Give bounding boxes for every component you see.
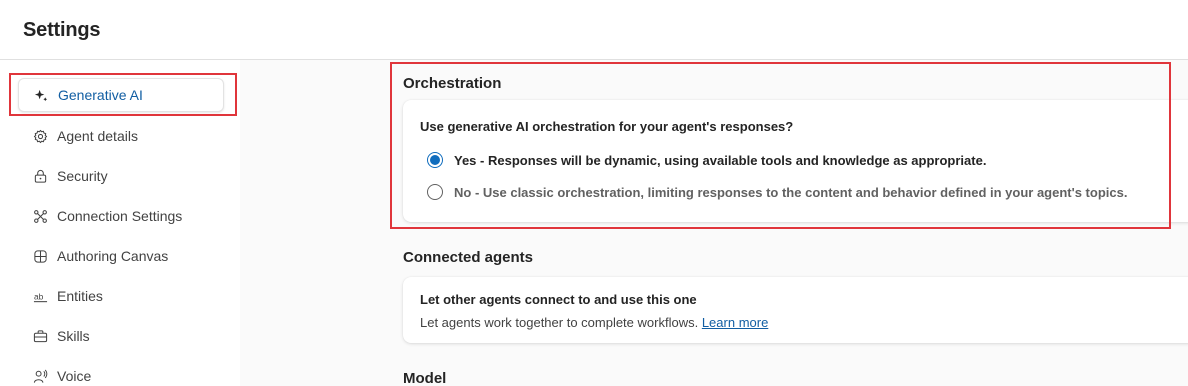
settings-main: Orchestration Use generative AI orchestr… xyxy=(240,60,1188,386)
sidebar-item-label: Voice xyxy=(57,368,92,384)
section-title-orchestration: Orchestration xyxy=(403,75,502,92)
grid-icon xyxy=(32,248,48,264)
header-bar: Settings xyxy=(0,0,1188,60)
svg-text:ab: ab xyxy=(33,291,43,301)
gear-icon xyxy=(32,128,48,144)
sidebar-item-label: Agent details xyxy=(57,128,138,144)
learn-more-link[interactable]: Learn more xyxy=(702,315,768,330)
sidebar-item-label: Entities xyxy=(57,288,103,304)
briefcase-icon xyxy=(32,328,48,344)
radio-button-checked[interactable] xyxy=(427,152,443,168)
lock-icon xyxy=(32,168,48,184)
connected-agents-card: Let other agents connect to and use this… xyxy=(403,277,1188,343)
sparkle-icon xyxy=(33,87,49,103)
person-voice-icon xyxy=(32,368,48,384)
radio-option-no[interactable]: No - Use classic orchestration, limiting… xyxy=(427,184,1127,200)
radio-option-yes[interactable]: Yes - Responses will be dynamic, using a… xyxy=(427,152,986,168)
settings-sidebar: Generative AI Agent details Security Con… xyxy=(0,60,240,386)
connected-agents-description: Let agents work together to complete wor… xyxy=(420,315,768,330)
text-ab-icon: ab xyxy=(32,288,48,304)
section-title-model: Model xyxy=(403,370,447,386)
sidebar-item-label: Connection Settings xyxy=(57,208,183,224)
connected-agents-description-text: Let agents work together to complete wor… xyxy=(420,315,699,330)
settings-page: Settings Generative AI Agent details Sec… xyxy=(0,0,1188,386)
orchestration-card: Use generative AI orchestration for your… xyxy=(403,100,1188,222)
sidebar-item-voice[interactable]: Voice xyxy=(18,359,224,386)
sidebar-item-security[interactable]: Security xyxy=(18,159,224,193)
sidebar-item-agent-details[interactable]: Agent details xyxy=(18,119,224,153)
sidebar-item-label: Authoring Canvas xyxy=(57,248,169,264)
sidebar-item-authoring-canvas[interactable]: Authoring Canvas xyxy=(18,239,224,273)
radio-button-unchecked[interactable] xyxy=(427,184,443,200)
sidebar-item-label: Skills xyxy=(57,328,90,344)
connection-icon xyxy=(32,208,48,224)
sidebar-item-label: Security xyxy=(57,168,108,184)
radio-label-yes: Yes - Responses will be dynamic, using a… xyxy=(454,152,987,168)
section-title-connected-agents: Connected agents xyxy=(403,249,534,266)
sidebar-item-label: Generative AI xyxy=(58,87,143,103)
sidebar-item-skills[interactable]: Skills xyxy=(18,319,224,353)
sidebar-item-connection-settings[interactable]: Connection Settings xyxy=(18,199,224,233)
page-title: Settings xyxy=(23,19,101,41)
sidebar-item-generative-ai[interactable]: Generative AI xyxy=(18,78,224,112)
radio-label-no: No - Use classic orchestration, limiting… xyxy=(454,184,1128,200)
orchestration-question: Use generative AI orchestration for your… xyxy=(420,119,794,134)
connected-agents-heading: Let other agents connect to and use this… xyxy=(420,292,697,307)
sidebar-item-entities[interactable]: ab Entities xyxy=(18,279,224,313)
